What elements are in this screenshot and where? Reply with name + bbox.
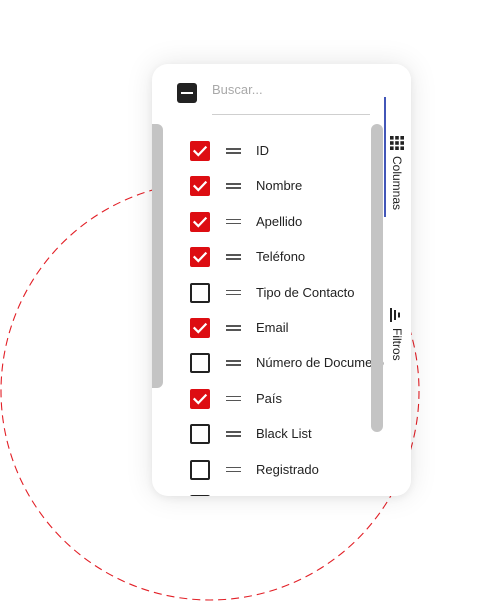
column-checkbox[interactable] — [190, 141, 210, 161]
drag-handle-icon[interactable] — [226, 147, 241, 155]
column-row-registrado[interactable]: Registrado — [152, 453, 384, 488]
column-row-pais[interactable]: País — [152, 382, 384, 417]
drag-handle-icon[interactable] — [226, 218, 241, 226]
column-label: ID — [256, 143, 269, 158]
column-row-partial[interactable] — [152, 488, 384, 496]
columns-pane: ID Nombre Apellido Teléfono Tipo de Cont — [152, 64, 384, 496]
column-label: Tipo de Contacto — [256, 284, 355, 300]
column-label: Número de Documento — [256, 355, 384, 371]
column-row-id[interactable]: ID — [152, 134, 384, 169]
check-icon — [192, 252, 208, 263]
column-label: Teléfono — [256, 249, 306, 265]
tab-label: Columnas — [390, 156, 404, 211]
column-chooser-panel: ID Nombre Apellido Teléfono Tipo de Cont — [152, 64, 411, 496]
column-checkbox[interactable] — [190, 459, 210, 480]
columns-header — [152, 64, 384, 124]
column-row-telefono[interactable]: Teléfono — [152, 240, 384, 275]
search-input[interactable] — [212, 78, 370, 100]
filter-icon — [390, 308, 400, 322]
column-row-apellido[interactable]: Apellido — [152, 205, 384, 240]
column-checkbox[interactable] — [190, 388, 210, 409]
grid-icon — [390, 136, 404, 150]
side-tab-bar: Columnas Filtros — [384, 64, 411, 496]
check-icon — [192, 393, 208, 405]
drag-handle-icon[interactable] — [226, 430, 241, 438]
column-label: Nombre — [256, 178, 303, 194]
column-label: País — [256, 390, 283, 406]
column-checkbox[interactable] — [190, 211, 210, 232]
column-row-email[interactable]: Email — [152, 311, 384, 346]
check-icon — [192, 145, 208, 157]
select-all-checkbox[interactable] — [177, 83, 197, 103]
column-label: Apellido — [256, 213, 303, 229]
drag-handle-icon[interactable] — [226, 359, 241, 367]
column-checkbox[interactable] — [190, 353, 210, 374]
tab-filtros[interactable]: Filtros — [384, 308, 411, 368]
column-checkbox[interactable] — [190, 282, 210, 303]
column-checkbox[interactable] — [190, 494, 210, 496]
column-list: ID Nombre Apellido Teléfono Tipo de Cont — [152, 134, 384, 496]
list-scrollbar[interactable] — [371, 124, 383, 432]
drag-handle-icon[interactable] — [226, 182, 241, 190]
column-checkbox[interactable] — [190, 247, 210, 268]
search-field — [212, 78, 370, 115]
check-icon — [192, 181, 208, 192]
column-row-black-list[interactable]: Black List — [152, 417, 384, 452]
drag-handle-icon[interactable] — [226, 289, 241, 297]
drag-handle-icon[interactable] — [226, 466, 241, 474]
check-icon — [192, 216, 208, 228]
tab-label: Filtros — [390, 328, 404, 361]
drag-handle-icon[interactable] — [226, 395, 241, 403]
tab-columnas[interactable]: Columnas — [384, 136, 411, 220]
check-icon — [192, 322, 208, 334]
column-checkbox[interactable] — [190, 424, 210, 445]
column-row-nombre[interactable]: Nombre — [152, 169, 384, 204]
column-label: Registrado — [256, 461, 319, 477]
column-row-numero-de-documento[interactable]: Número de Documento — [152, 346, 384, 381]
column-label: Black List — [256, 426, 312, 442]
drag-handle-icon[interactable] — [226, 324, 241, 332]
column-checkbox[interactable] — [190, 317, 210, 338]
drag-handle-icon[interactable] — [226, 253, 241, 261]
column-checkbox[interactable] — [190, 176, 210, 197]
column-row-tipo-de-contacto[interactable]: Tipo de Contacto — [152, 276, 384, 311]
column-label: Email — [256, 319, 289, 335]
